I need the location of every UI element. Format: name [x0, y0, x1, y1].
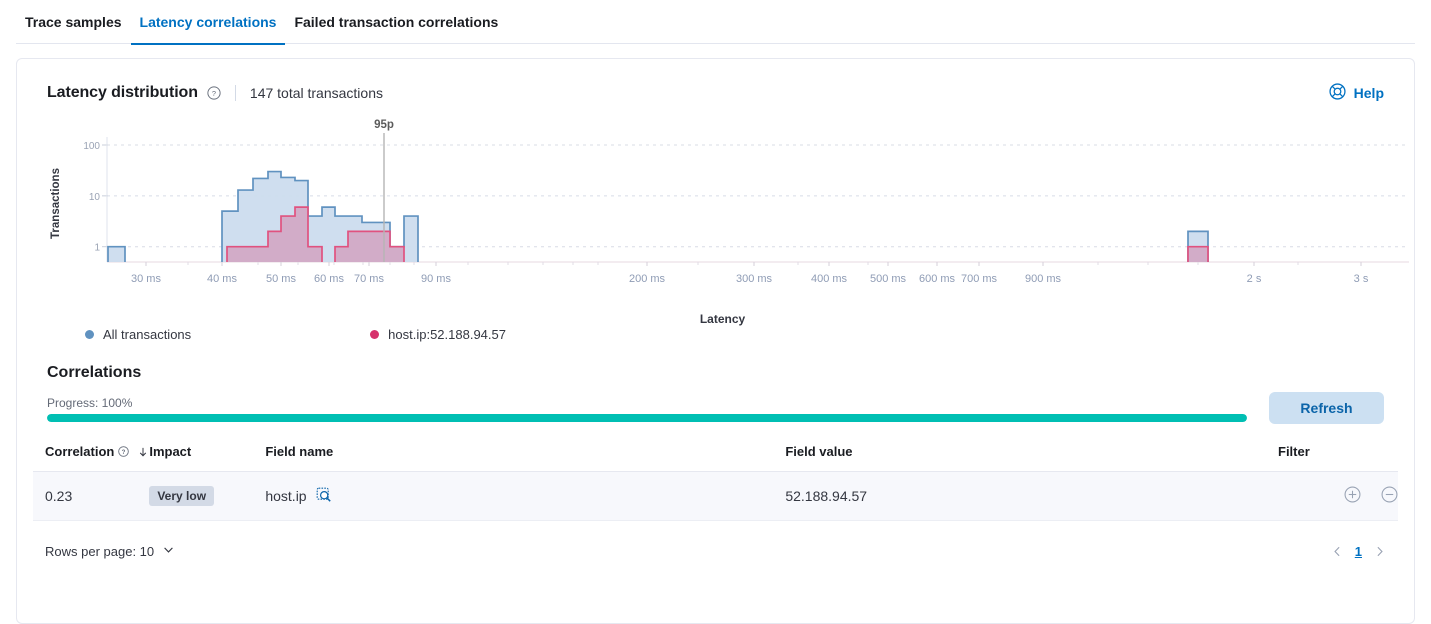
svg-text:200 ms: 200 ms: [629, 273, 666, 285]
svg-text:1: 1: [94, 243, 100, 254]
progress-label: Progress: 100%: [47, 396, 1247, 410]
svg-text:600 ms: 600 ms: [919, 273, 956, 285]
column-header-filter: Filter: [1278, 444, 1398, 472]
progress-row: Progress: 100% Refresh: [33, 392, 1398, 422]
chevron-left-icon[interactable]: [1331, 545, 1344, 558]
svg-text:70 ms: 70 ms: [354, 273, 384, 285]
cell-correlation: 0.23: [33, 472, 149, 521]
svg-text:?: ?: [212, 89, 216, 98]
help-button[interactable]: Help: [1329, 83, 1384, 103]
sort-down-arrow-icon[interactable]: [137, 444, 149, 459]
lifebuoy-icon: [1329, 83, 1346, 103]
svg-text:95p: 95p: [374, 119, 394, 131]
chevron-right-icon[interactable]: [1373, 545, 1386, 558]
page-title: Latency distribution: [47, 84, 198, 102]
column-header-correlation[interactable]: Correlation ?: [33, 444, 149, 472]
svg-text:Transactions: Transactions: [50, 168, 62, 239]
progress-bar-fill: [47, 414, 1247, 422]
table-body: 0.23 Very low host.ip: [33, 472, 1398, 521]
rows-per-page-label: Rows per page: 10: [45, 544, 154, 559]
svg-text:3 s: 3 s: [1354, 273, 1369, 285]
correlations-title: Correlations: [47, 364, 1398, 382]
svg-text:900 ms: 900 ms: [1025, 273, 1062, 285]
table-header-row: Correlation ?: [33, 444, 1398, 472]
progress-bar: [47, 414, 1247, 422]
legend-color-swatch: [370, 330, 379, 339]
svg-text:60 ms: 60 ms: [314, 273, 344, 285]
svg-text:90 ms: 90 ms: [421, 273, 451, 285]
svg-text:500 ms: 500 ms: [870, 273, 907, 285]
tab-bar: Trace samples Latency correlations Faile…: [0, 0, 1431, 44]
cell-filter-actions: [1278, 472, 1398, 521]
pagination: 1: [1331, 544, 1386, 559]
latency-distribution-chart[interactable]: 1 10 100 Transactions 30 ms 40 ms 50 ms 60 ms 70…: [33, 119, 1398, 319]
column-header-impact[interactable]: Impact: [149, 444, 265, 472]
refresh-button[interactable]: Refresh: [1269, 392, 1384, 424]
help-label: Help: [1354, 85, 1384, 101]
progress-column: Progress: 100%: [47, 396, 1247, 422]
column-header-field-name[interactable]: Field name: [265, 444, 785, 472]
svg-text:700 ms: 700 ms: [961, 273, 998, 285]
column-header-field-value[interactable]: Field value: [785, 444, 1278, 472]
svg-text:?: ?: [122, 449, 126, 456]
legend-label: host.ip:52.188.94.57: [388, 327, 506, 342]
chart-legend: All transactions host.ip:52.188.94.57: [33, 327, 1398, 342]
table-head: Correlation ?: [33, 444, 1398, 472]
chart-canvas: 1 10 100 Transactions 30 ms 40 ms 50 ms 60 ms 70…: [47, 119, 1417, 314]
field-name-value: host.ip: [265, 488, 306, 504]
legend-color-swatch: [85, 330, 94, 339]
rows-per-page-selector[interactable]: Rows per page: 10: [45, 543, 175, 559]
column-header-correlation-label: Correlation: [45, 444, 114, 459]
svg-text:10: 10: [89, 192, 101, 203]
tab-trace-samples[interactable]: Trace samples: [16, 0, 131, 45]
tab-failed-transaction-correlations[interactable]: Failed transaction correlations: [285, 0, 507, 45]
tab-latency-correlations[interactable]: Latency correlations: [131, 0, 286, 45]
total-transactions-label: 147 total transactions: [250, 85, 383, 101]
table-row[interactable]: 0.23 Very low host.ip: [33, 472, 1398, 521]
cell-field-name: host.ip: [265, 472, 785, 521]
legend-label: All transactions: [103, 327, 191, 342]
chevron-down-icon: [162, 543, 175, 559]
status-badge: Very low: [149, 486, 214, 506]
pagination-page-1[interactable]: 1: [1355, 544, 1362, 559]
latency-distribution-panel: Latency distribution ? 147 total transac…: [16, 58, 1415, 624]
cell-field-value: 52.188.94.57: [785, 472, 1278, 521]
svg-text:300 ms: 300 ms: [736, 273, 773, 285]
svg-text:50 ms: 50 ms: [266, 273, 296, 285]
legend-item-host-ip[interactable]: host.ip:52.188.94.57: [370, 327, 506, 342]
panel-header: Latency distribution ? 147 total transac…: [33, 81, 1398, 105]
question-in-circle-icon[interactable]: ?: [207, 86, 221, 100]
svg-text:40 ms: 40 ms: [207, 273, 237, 285]
plus-in-circle-icon[interactable]: [1344, 486, 1361, 506]
question-in-circle-icon[interactable]: ?: [118, 444, 129, 459]
minus-in-circle-icon[interactable]: [1381, 486, 1398, 506]
chart-x-axis-title: Latency: [47, 312, 1398, 326]
svg-text:30 ms: 30 ms: [131, 273, 161, 285]
correlations-table: Correlation ?: [33, 444, 1398, 521]
cell-impact: Very low: [149, 472, 265, 521]
table-footer: Rows per page: 10 1: [33, 543, 1398, 559]
svg-text:100: 100: [83, 141, 100, 152]
legend-item-all-transactions[interactable]: All transactions: [85, 327, 191, 342]
svg-text:400 ms: 400 ms: [811, 273, 848, 285]
header-divider: [235, 85, 236, 101]
inspect-field-icon[interactable]: [316, 487, 332, 506]
svg-text:2 s: 2 s: [1247, 273, 1262, 285]
